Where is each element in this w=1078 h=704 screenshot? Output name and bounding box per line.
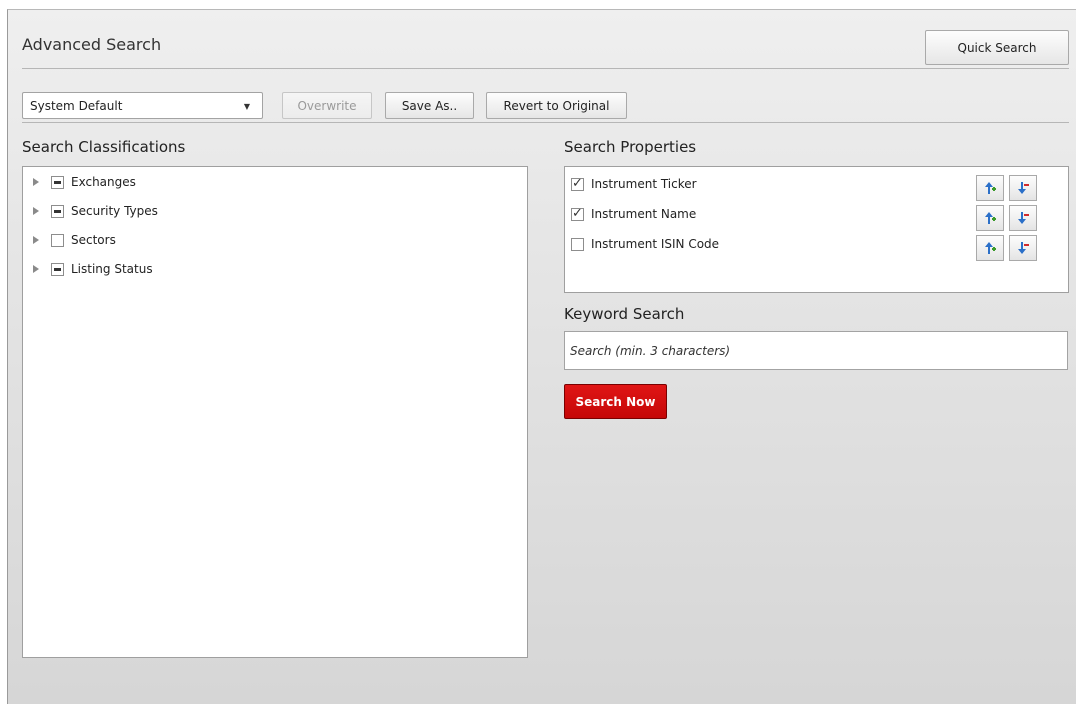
move-up-button[interactable] (976, 235, 1004, 261)
save-as-button[interactable]: Save As.. (385, 92, 474, 119)
search-properties-list: Instrument Ticker Instrument Name Instru… (564, 166, 1069, 293)
move-down-button[interactable] (1009, 175, 1037, 201)
quick-search-button[interactable]: Quick Search (925, 30, 1069, 65)
property-label: Instrument ISIN Code (591, 237, 720, 251)
tree-checkbox-security-types[interactable] (51, 204, 64, 218)
move-down-button[interactable] (1009, 235, 1037, 261)
overwrite-button[interactable]: Overwrite (282, 92, 372, 119)
chevron-down-icon: ▼ (243, 102, 250, 111)
header-divider (22, 68, 1069, 69)
move-down-icon (1018, 182, 1029, 194)
search-classifications-title: Search Classifications (22, 138, 186, 156)
expand-arrow-icon[interactable] (33, 236, 39, 244)
tree-item-sectors[interactable]: Sectors (23, 230, 116, 250)
move-up-button[interactable] (976, 175, 1004, 201)
property-label: Instrument Name (591, 207, 697, 221)
profile-select-value: System Default (30, 98, 123, 113)
revert-to-original-button[interactable]: Revert to Original (486, 92, 627, 119)
tree-checkbox-listing-status[interactable] (51, 262, 64, 276)
move-up-icon (985, 212, 996, 224)
search-now-button[interactable]: Search Now (564, 384, 667, 419)
page-title: Advanced Search (22, 35, 162, 54)
keyword-search-title: Keyword Search (564, 305, 685, 323)
advanced-search-window: Advanced Search Quick Search System Defa… (7, 9, 1076, 704)
tree-item-label: Security Types (71, 204, 158, 218)
expand-arrow-icon[interactable] (33, 178, 39, 186)
tree-item-label: Sectors (71, 233, 116, 247)
tree-item-exchanges[interactable]: Exchanges (23, 172, 136, 192)
tree-item-security-types[interactable]: Security Types (23, 201, 158, 221)
tree-item-label: Exchanges (71, 175, 136, 189)
move-down-icon (1018, 242, 1029, 254)
expand-arrow-icon[interactable] (33, 207, 39, 215)
tree-item-label: Listing Status (71, 262, 153, 276)
move-up-icon (985, 182, 996, 194)
property-item-name[interactable]: Instrument Name (571, 204, 696, 224)
expand-arrow-icon[interactable] (33, 265, 39, 273)
tree-checkbox-exchanges[interactable] (51, 175, 64, 189)
move-up-button[interactable] (976, 205, 1004, 231)
property-checkbox-ticker[interactable] (571, 176, 584, 192)
move-down-icon (1018, 212, 1029, 224)
move-up-icon (985, 242, 996, 254)
property-label: Instrument Ticker (591, 177, 697, 191)
toolbar-divider (22, 122, 1069, 123)
keyword-search-input[interactable] (564, 331, 1068, 370)
move-down-button[interactable] (1009, 205, 1037, 231)
classifications-tree: Exchanges Security Types Sectors Listing… (22, 166, 528, 658)
tree-checkbox-sectors[interactable] (51, 233, 64, 247)
property-item-ticker[interactable]: Instrument Ticker (571, 174, 697, 194)
search-properties-title: Search Properties (564, 138, 697, 156)
tree-item-listing-status[interactable]: Listing Status (23, 259, 153, 279)
profile-select[interactable]: System Default ▼ (22, 92, 263, 119)
property-checkbox-isin[interactable] (571, 237, 584, 251)
property-item-isin[interactable]: Instrument ISIN Code (571, 234, 719, 254)
property-checkbox-name[interactable] (571, 206, 584, 222)
